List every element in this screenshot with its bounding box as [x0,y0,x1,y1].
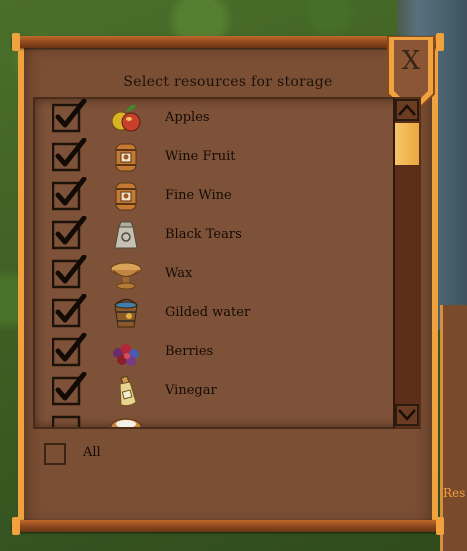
resource-label: Gilded water [165,305,251,320]
resource-checkbox[interactable] [52,294,88,328]
scroll-rod-top [12,36,442,48]
wine-barrel-icon [115,143,137,172]
dialog-title: Select resources for storage [123,74,333,90]
list-item[interactable]: Vinegar [35,372,393,411]
resource-label: Vinegar [165,383,217,398]
list-item[interactable]: Berries [35,333,393,372]
list-item[interactable]: Black Tears [35,216,393,255]
resource-label: Black Tears [165,227,242,242]
checkmark-icon [52,415,81,427]
bucket-icon [114,298,138,328]
wax-bowl-icon [110,262,142,290]
resource-checkbox[interactable] [52,216,88,250]
resource-label: Fine Wine [165,188,232,203]
apple-icon [111,104,141,132]
resource-checkbox[interactable] [52,99,88,133]
chevron-down-icon [398,409,416,421]
rod-cap-left-bottom [12,517,20,535]
all-label: All [83,445,101,460]
resource-label: Apples [165,110,210,125]
resource-checkbox[interactable] [52,255,88,289]
berries-icon [113,344,139,366]
background-panel [440,305,467,551]
resource-checkbox[interactable] [52,372,88,406]
list-item[interactable]: Apples [35,99,393,138]
list-item-partial [35,411,393,427]
rod-cap-right-bottom [436,517,444,535]
sack-icon [114,221,138,249]
bottle-icon [119,375,137,407]
rod-cap-right-top [436,33,444,51]
resource-checkbox[interactable] [52,177,88,211]
resource-checkbox[interactable] [52,333,88,367]
wine-barrel-icon [115,182,137,211]
list-item[interactable]: Wax [35,255,393,294]
list-item[interactable]: Fine Wine [35,177,393,216]
resource-label: Wine Fruit [165,149,236,164]
resource-list: Apples Wine Fruit Fine Wine Black Tears Wax G… [33,97,421,429]
scroll-down-button[interactable] [395,404,419,426]
resource-label: Wax [165,266,193,281]
scroll-rod-bottom [12,520,442,532]
all-checkbox[interactable] [44,443,66,465]
plate-icon [110,418,142,427]
background-panel-text: Res [443,486,466,500]
chevron-up-icon [398,104,416,116]
list-item[interactable]: Gilded water [35,294,393,333]
resource-label: Berries [165,344,214,359]
close-button[interactable]: X [386,46,436,76]
scroll-up-button[interactable] [395,99,419,121]
resource-checkbox[interactable] [52,138,88,172]
rod-cap-left-top [12,33,20,51]
scrollbar-thumb[interactable] [395,123,419,165]
list-item[interactable]: Wine Fruit [35,138,393,177]
